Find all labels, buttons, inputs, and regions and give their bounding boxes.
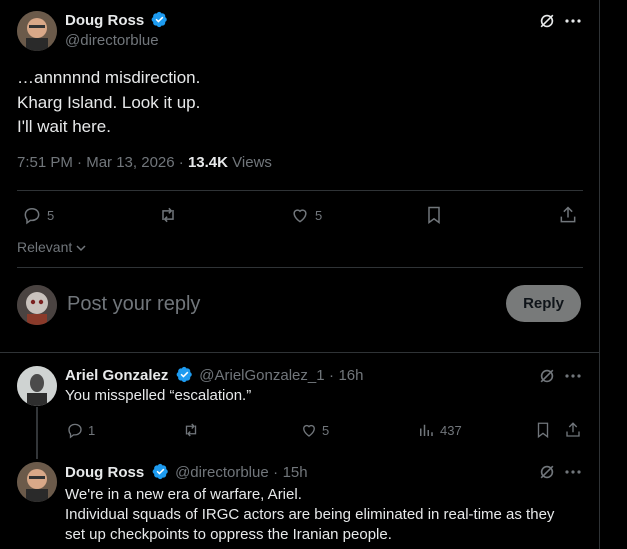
reply-count[interactable]: 5: [47, 208, 54, 223]
reply-header: Doug Ross @directorblue · 15h: [65, 463, 308, 482]
post-time[interactable]: 7:51 PM: [17, 154, 73, 171]
views-count: 13.4K: [187, 154, 228, 171]
divider: [0, 352, 599, 353]
verified-badge-icon[interactable]: [152, 463, 169, 480]
reply-author-handle[interactable]: @ArielGonzalez_1: [199, 367, 324, 384]
chevron-down-icon[interactable]: [76, 244, 86, 252]
author-name[interactable]: Doug Ross: [65, 11, 168, 29]
bookmark-icon[interactable]: [423, 204, 445, 226]
verified-badge-icon[interactable]: [176, 366, 193, 383]
reply-text: You misspelled “escalation.”: [65, 387, 252, 404]
grok-icon[interactable]: [536, 365, 558, 387]
meta-separator: ·: [273, 464, 279, 481]
post-meta: 7:51 PM · Mar 13, 2026 · 13.4K Views: [17, 154, 272, 171]
meta-separator: ·: [178, 154, 184, 171]
reply-input[interactable]: Post your reply: [67, 290, 487, 318]
meta-separator: ·: [329, 367, 335, 384]
views-label: Views: [232, 154, 272, 171]
views-count[interactable]: 437: [440, 423, 462, 438]
post-text: …annnnnd misdirection. Kharg Island. Loo…: [17, 66, 200, 140]
sort-dropdown[interactable]: Relevant: [17, 239, 86, 255]
verified-badge-icon[interactable]: [151, 11, 168, 28]
composer-avatar[interactable]: [17, 285, 57, 325]
reply-avatar[interactable]: [17, 462, 57, 502]
avatar[interactable]: [17, 11, 57, 51]
reply-header: Ariel Gonzalez @ArielGonzalez_1 · 16h: [65, 366, 364, 385]
reply-text-line: Individual squads of IRGC actors are bei…: [65, 506, 555, 523]
reply-icon[interactable]: [64, 419, 86, 441]
repost-icon[interactable]: [157, 204, 179, 226]
reply-time[interactable]: 15h: [283, 464, 308, 481]
post-text-line: …annnnnd misdirection.: [17, 68, 201, 87]
divider: [17, 190, 583, 191]
more-icon[interactable]: [562, 10, 584, 32]
meta-separator: ·: [77, 154, 83, 171]
reply-author-handle[interactable]: @directorblue: [175, 464, 269, 481]
more-icon[interactable]: [562, 365, 584, 387]
post-text-line: I'll wait here.: [17, 117, 111, 136]
post-text-line: Kharg Island. Look it up.: [17, 92, 201, 112]
post-date[interactable]: Mar 13, 2026: [86, 154, 174, 171]
bookmark-icon[interactable]: [532, 419, 554, 441]
grok-icon[interactable]: [536, 461, 558, 483]
reply-count[interactable]: 1: [88, 423, 95, 438]
like-count[interactable]: 5: [315, 208, 322, 223]
sort-label[interactable]: Relevant: [17, 239, 72, 255]
more-icon[interactable]: [562, 461, 584, 483]
thread-line: [36, 407, 38, 459]
like-icon[interactable]: [298, 419, 320, 441]
reply-author-name[interactable]: Doug Ross: [65, 464, 144, 481]
reply-text: We're in a new era of warfare, Ariel. In…: [65, 485, 554, 545]
reply-text-line: set up checkpoints to oppress the Irania…: [65, 526, 392, 543]
reply-icon[interactable]: [21, 204, 43, 226]
author-name-text[interactable]: Doug Ross: [65, 12, 144, 29]
share-icon[interactable]: [562, 419, 584, 441]
like-count[interactable]: 5: [322, 423, 329, 438]
reply-text-line: We're in a new era of warfare, Ariel.: [65, 486, 302, 503]
reply-time[interactable]: 16h: [338, 367, 363, 384]
grok-icon[interactable]: [536, 10, 558, 32]
like-icon[interactable]: [289, 204, 311, 226]
views-icon[interactable]: [415, 419, 437, 441]
share-icon[interactable]: [557, 204, 579, 226]
reply-author-name[interactable]: Ariel Gonzalez: [65, 367, 168, 384]
divider: [17, 267, 583, 268]
author-handle[interactable]: @directorblue: [65, 32, 159, 49]
repost-icon[interactable]: [180, 419, 202, 441]
reply-button[interactable]: Reply: [506, 285, 581, 322]
reply-avatar[interactable]: [17, 366, 57, 406]
